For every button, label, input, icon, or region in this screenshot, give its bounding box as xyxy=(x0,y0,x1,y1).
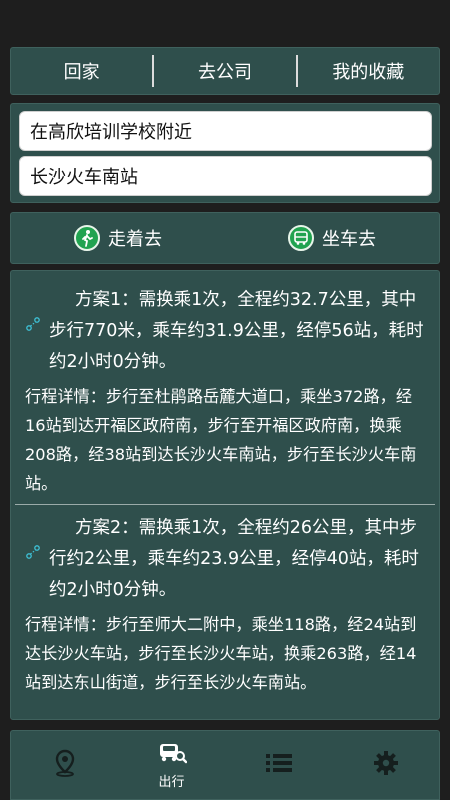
quick-nav-bar: 回家 去公司 我的收藏 xyxy=(10,47,440,95)
list-icon xyxy=(265,752,293,778)
tab-go-office[interactable]: 去公司 xyxy=(154,48,295,94)
plan-summary: 方案2：需换乘1次，全程约26公里，其中步行约2公里，乘车约23.9公里，经停4… xyxy=(49,518,419,600)
route-results-list: 方案1：需换乘1次，全程约32.7公里，其中步行770米，乘车约31.9公里，经… xyxy=(10,270,440,720)
origin-field[interactable]: 在高欣培训学校附近 xyxy=(19,111,432,151)
tab-go-home[interactable]: 回家 xyxy=(11,48,152,94)
route-plan-1[interactable]: 方案1：需换乘1次，全程约32.7公里，其中步行770米，乘车约31.9公里，经… xyxy=(11,271,439,498)
bus-button[interactable]: 坐车去 xyxy=(225,213,439,263)
nav-travel-label: 出行 xyxy=(158,774,185,790)
location-pin-icon xyxy=(52,749,78,781)
nav-list[interactable] xyxy=(225,731,332,799)
route-input-panel: 在高欣培训学校附近 长沙火车南站 xyxy=(10,103,440,203)
tab-my-favorites[interactable]: 我的收藏 xyxy=(298,48,439,94)
bus-icon xyxy=(288,225,314,251)
gear-icon xyxy=(372,749,400,781)
car-search-icon xyxy=(157,741,187,769)
walking-icon xyxy=(74,225,100,251)
route-plan-2[interactable]: 方案2：需换乘1次，全程约26公里，其中步行约2公里，乘车约23.9公里，经停4… xyxy=(11,509,439,697)
route-link-icon xyxy=(25,545,41,563)
walk-button[interactable]: 走着去 xyxy=(11,213,225,263)
plan-detail: 行程详情：步行至杜鹃路岳麓大道口，乘坐372路，经16站到达开福区政府南，步行至… xyxy=(25,387,417,493)
plan-summary: 方案1：需换乘1次，全程约32.7公里，其中步行770米，乘车约31.9公里，经… xyxy=(49,290,424,372)
nav-travel[interactable]: 出行 xyxy=(118,731,225,799)
travel-mode-bar: 走着去 坐车去 xyxy=(10,212,440,264)
bottom-nav-bar: 出行 xyxy=(10,730,440,800)
nav-location[interactable] xyxy=(11,731,118,799)
plan-separator xyxy=(15,504,435,505)
walk-label: 走着去 xyxy=(108,229,162,250)
nav-settings[interactable] xyxy=(332,731,439,799)
destination-field[interactable]: 长沙火车南站 xyxy=(19,156,432,196)
plan-detail: 行程详情：步行至师大二附中，乘坐118路，经24站到达长沙火车站，步行至长沙火车… xyxy=(25,615,417,692)
route-link-icon xyxy=(25,317,41,335)
bus-label: 坐车去 xyxy=(322,229,376,250)
